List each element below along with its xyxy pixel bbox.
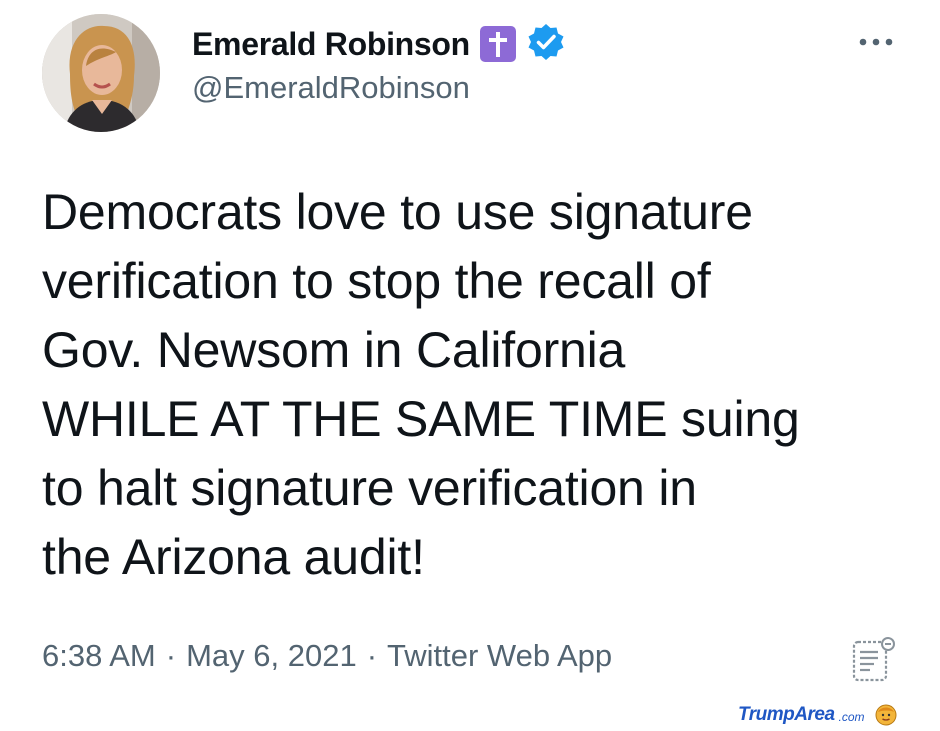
- tweet-text-line: Democrats love to use signature: [42, 184, 753, 240]
- watermark: TrumpArea .com: [738, 704, 897, 726]
- watermark-suffix: .com: [838, 710, 865, 724]
- tweet-text-line: the Arizona audit!: [42, 529, 425, 585]
- cross-emoji-icon: [479, 26, 516, 62]
- tweet-date[interactable]: May 6, 2021: [186, 638, 357, 673]
- author-name-row: Emerald Robinson: [192, 22, 566, 66]
- tweet-metadata: 6:38 AM · May 6, 2021 · Twitter Web App: [42, 638, 612, 674]
- separator-dot: ·: [165, 638, 177, 673]
- author-display-name[interactable]: Emerald Robinson: [192, 26, 470, 63]
- tweet-time[interactable]: 6:38 AM: [42, 638, 156, 673]
- watermark-brand: TrumpArea: [738, 704, 835, 725]
- tweet-source[interactable]: Twitter Web App: [387, 638, 612, 673]
- tweet-text-line: to halt signature verification in: [42, 460, 697, 516]
- separator-dot: ·: [366, 638, 378, 673]
- tweet-text: Democrats love to use signature verifica…: [42, 178, 922, 592]
- tweet-text-line: WHILE AT THE SAME TIME suing: [42, 391, 800, 447]
- document-notes-icon[interactable]: [850, 634, 900, 684]
- verified-badge-icon: [526, 22, 566, 67]
- tweet-text-line: Gov. Newsom in California: [42, 322, 626, 378]
- avatar[interactable]: [42, 14, 160, 132]
- more-options-icon[interactable]: [858, 32, 894, 52]
- watermark-logo-icon: [875, 704, 897, 726]
- author-handle[interactable]: @EmeraldRobinson: [192, 70, 470, 106]
- tweet-text-line: verification to stop the recall of: [42, 253, 711, 309]
